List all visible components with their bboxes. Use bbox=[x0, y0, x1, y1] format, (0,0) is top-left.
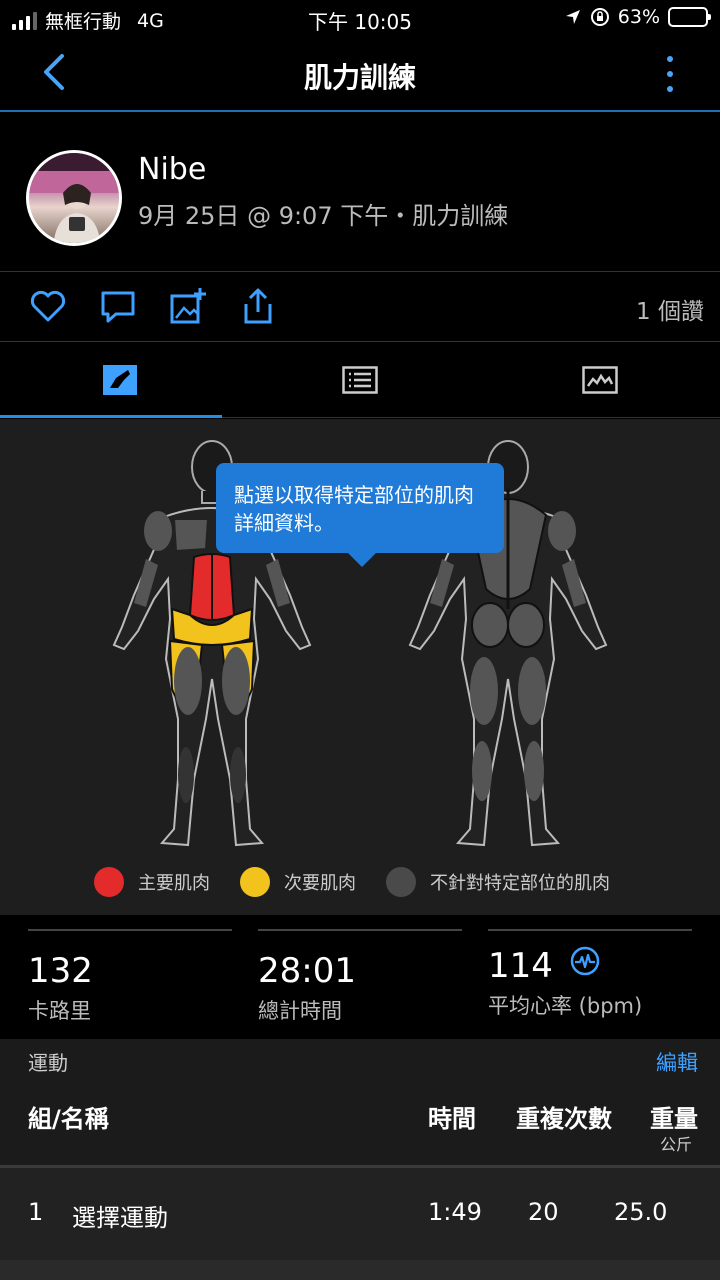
page-title: 肌力訓練 bbox=[303, 61, 416, 94]
more-dot bbox=[667, 86, 673, 92]
header-time: 時間 bbox=[428, 1105, 476, 1133]
comment-icon bbox=[101, 291, 135, 323]
stat-calories: 132 卡路里 bbox=[28, 929, 232, 1025]
nav-bar: 肌力訓練 bbox=[0, 36, 720, 112]
chart-icon bbox=[582, 366, 618, 394]
activity-header: Nibe 9月 25日 @ 9:07 下午・肌力訓練 bbox=[0, 126, 720, 272]
primary-dot bbox=[94, 867, 124, 897]
likes-count[interactable]: 1 個讚 bbox=[636, 292, 704, 326]
activity-subtitle: 9月 25日 @ 9:07 下午・肌力訓練 bbox=[138, 202, 509, 230]
list-icon bbox=[342, 366, 378, 394]
stat-avg-heart-rate: 114 平均心率 (bpm) bbox=[488, 929, 692, 1020]
list-footer bbox=[0, 1260, 720, 1280]
more-dot bbox=[667, 56, 673, 62]
muscle-legend: 主要肌肉 次要肌肉 不針對特定部位的肌肉 bbox=[0, 867, 720, 897]
view-tabs bbox=[0, 342, 720, 418]
avatar-photo bbox=[29, 153, 119, 243]
more-dot bbox=[667, 71, 673, 77]
battery-icon: ⚡ bbox=[668, 6, 711, 27]
heart-icon bbox=[30, 290, 66, 322]
status-right: 63% ⚡ bbox=[564, 6, 711, 28]
legend-primary: 主要肌肉 bbox=[94, 867, 210, 897]
table-row[interactable]: 1 選擇運動 1:49 20 25.0 bbox=[0, 1168, 720, 1260]
heart-rate-icon-button[interactable] bbox=[569, 945, 601, 986]
cell-set: 1 bbox=[28, 1198, 44, 1226]
legend-other: 不針對特定部位的肌肉 bbox=[386, 867, 610, 897]
cell-time: 1:49 bbox=[428, 1198, 482, 1226]
edit-button[interactable]: 編輯 bbox=[656, 1047, 698, 1077]
tab-muscle-map[interactable] bbox=[0, 342, 240, 418]
comment-button[interactable] bbox=[98, 286, 138, 326]
exercise-section-title: 運動 bbox=[28, 1051, 68, 1075]
rotation-lock-icon bbox=[590, 8, 609, 26]
cell-exercise-name: 選擇運動 bbox=[72, 1204, 168, 1232]
status-bar: 無框行動 4G 下午 10:05 63% ⚡ bbox=[0, 0, 720, 36]
cell-reps: 20 bbox=[528, 1198, 559, 1226]
other-dot bbox=[386, 867, 416, 897]
heart-rate-icon bbox=[570, 946, 600, 976]
battery-percent: 63% bbox=[617, 6, 660, 28]
avatar[interactable] bbox=[26, 150, 122, 246]
muscle-map: 點選以取得特定部位的肌肉詳細資料。 主要肌肉 次要肌肉 不針對特定部位的肌肉 bbox=[0, 419, 720, 915]
tab-list[interactable] bbox=[240, 342, 480, 418]
stat-value: 114 bbox=[488, 945, 553, 986]
user-name[interactable]: Nibe bbox=[138, 152, 206, 187]
share-button[interactable] bbox=[238, 286, 278, 326]
legend-label: 主要肌肉 bbox=[138, 873, 210, 894]
add-photo-button[interactable] bbox=[168, 286, 208, 326]
legend-label: 不針對特定部位的肌肉 bbox=[430, 873, 610, 894]
header-set-name: 組/名稱 bbox=[28, 1105, 109, 1133]
location-icon bbox=[565, 10, 580, 24]
summary-stats: 132 卡路里 28:01 總計時間 114 平均心率 (bpm) bbox=[0, 915, 720, 1039]
legend-secondary: 次要肌肉 bbox=[240, 867, 356, 897]
action-bar: 1 個讚 bbox=[0, 272, 720, 342]
active-tab-indicator bbox=[0, 415, 222, 418]
more-menu-button[interactable] bbox=[664, 56, 676, 92]
stat-label: 卡路里 bbox=[28, 999, 91, 1023]
legend-label: 次要肌肉 bbox=[284, 873, 356, 894]
header-reps: 重複次數 bbox=[516, 1105, 612, 1133]
muscle-map-tooltip: 點選以取得特定部位的肌肉詳細資料。 bbox=[216, 463, 504, 567]
header-weight-unit: 公斤 bbox=[659, 1135, 692, 1154]
stat-label: 平均心率 (bpm) bbox=[488, 994, 643, 1018]
tab-chart[interactable] bbox=[480, 342, 720, 418]
stat-value: 132 bbox=[28, 951, 93, 991]
muscle-map-icon bbox=[103, 365, 137, 395]
stat-total-time: 28:01 總計時間 bbox=[258, 929, 462, 1025]
exercise-section: 運動 編輯 組/名稱 時間 重複次數 重量 公斤 1 選擇運動 1:49 20 … bbox=[0, 1039, 720, 1280]
cell-weight: 25.0 bbox=[614, 1198, 668, 1226]
add-photo-icon bbox=[170, 288, 206, 324]
stat-value: 28:01 bbox=[258, 951, 356, 991]
header-weight: 重量 bbox=[650, 1105, 698, 1133]
share-icon bbox=[244, 288, 272, 324]
stat-label: 總計時間 bbox=[258, 999, 342, 1023]
secondary-dot bbox=[240, 867, 270, 897]
like-button[interactable] bbox=[28, 286, 68, 326]
